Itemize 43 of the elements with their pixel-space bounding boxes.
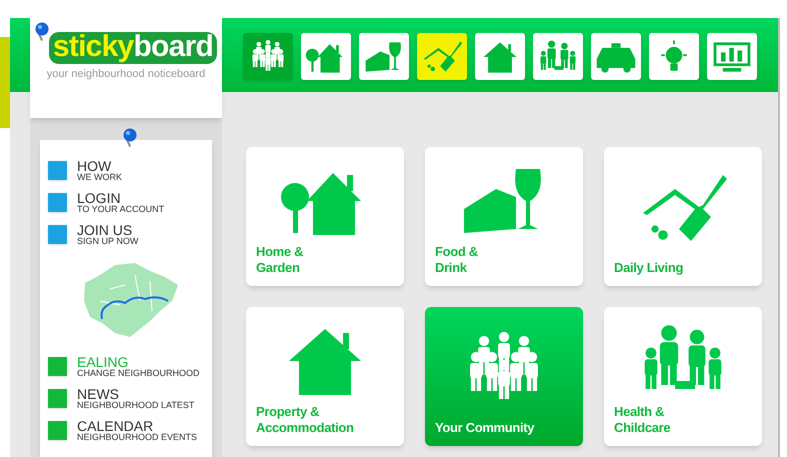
link-title: EALING (77, 354, 130, 368)
sidebar-link[interactable]: NEWS NEIGHBOURHOOD LATEST (48, 382, 212, 414)
tile-label: Your Community (435, 420, 536, 436)
link-subtitle: NEIGHBOURHOOD LATEST (77, 400, 194, 410)
category-nav-button[interactable] (359, 33, 409, 80)
logo-word: board (133, 30, 214, 63)
logo-word: sticky (52, 30, 134, 63)
category-tile[interactable]: Health & Childcare (604, 307, 762, 446)
sidebar-link[interactable]: LOGIN TO YOUR ACCOUNT (48, 186, 212, 218)
sidebar-link[interactable]: EALING CHANGE NEIGHBOURHOOD (48, 350, 212, 382)
link-subtitle: NEIGHBOURHOOD EVENTS (77, 432, 198, 442)
logo-card[interactable]: stickyboard your neighbourhood noticeboard (30, 18, 222, 118)
category-tile[interactable]: Food & Drink (425, 147, 583, 286)
category-nav-button[interactable] (417, 33, 467, 80)
sidebar-link[interactable]: JOIN US SIGN UP NOW (48, 218, 212, 250)
link-title: LOGIN (77, 190, 122, 204)
category-nav-button[interactable] (301, 33, 351, 80)
link-subtitle: SIGN UP NOW (77, 236, 138, 246)
tile-label: Daily Living (614, 260, 684, 276)
sidebar-link[interactable]: CALENDAR NEIGHBOURHOOD EVENTS (48, 414, 212, 446)
category-tile[interactable]: Your Community (425, 307, 583, 446)
category-nav-button[interactable] (243, 33, 293, 80)
category-nav-button[interactable] (475, 33, 525, 80)
tile-label: Property & Accommodation (256, 404, 355, 436)
tile-label: Home & Garden (256, 244, 304, 276)
link-subtitle: WE WORK (77, 172, 122, 182)
logo-tagline: your neighbourhood noticeboard (46, 67, 206, 82)
link-subtitle: CHANGE NEIGHBOURHOOD (77, 368, 200, 378)
category-tile[interactable]: Home & Garden (246, 147, 404, 286)
category-tile[interactable]: Daily Living (604, 147, 762, 286)
tile-label: Food & Drink (435, 244, 479, 276)
link-title: JOIN US (77, 222, 134, 236)
link-title: HOW (77, 158, 112, 172)
link-title: CALENDAR (77, 418, 154, 432)
category-tile[interactable]: Property & Accommodation (246, 307, 404, 446)
category-nav-button[interactable] (533, 33, 583, 80)
sidebar-link[interactable]: HOW WE WORK (48, 154, 212, 186)
link-subtitle: TO YOUR ACCOUNT (77, 204, 164, 214)
category-nav-button[interactable] (591, 33, 641, 80)
tile-label: Health & Childcare (614, 404, 672, 436)
category-nav-button[interactable] (649, 33, 699, 80)
link-title: NEWS (77, 386, 120, 400)
category-nav-button[interactable] (707, 33, 757, 80)
